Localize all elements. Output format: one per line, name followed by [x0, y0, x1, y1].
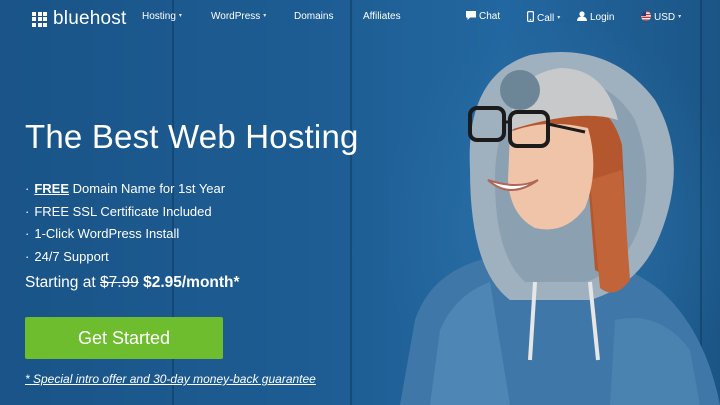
caret-down-icon: ▾	[557, 15, 561, 21]
old-price: $7.99	[99, 274, 139, 291]
nav-chat[interactable]: Chat	[466, 11, 500, 22]
nav-affiliates-label: Affiliates	[363, 11, 401, 22]
logo-grid-icon	[32, 11, 47, 27]
nav-login-label: Login	[590, 12, 615, 23]
user-icon	[577, 11, 587, 21]
feature-text: 24/7 Support	[34, 248, 109, 264]
feature-item: · FREE Domain Name for 1st Year	[25, 178, 225, 201]
pricing-prefix: Starting at	[25, 274, 96, 291]
feature-item: · FREE SSL Certificate Included	[25, 201, 225, 224]
get-started-button[interactable]: Get Started	[25, 317, 223, 359]
top-nav: bluehost Hosting ▾ WordPress ▾ Domains Aff…	[0, 0, 720, 36]
caret-down-icon: ▾	[678, 14, 682, 20]
nav-currency-label: USD	[654, 12, 676, 23]
hero-headline: The Best Web Hosting	[25, 118, 359, 155]
feature-text: FREE SSL Certificate Included	[34, 203, 212, 219]
nav-affiliates[interactable]: Affiliates	[363, 11, 401, 22]
new-price: $2.95/month*	[143, 274, 240, 291]
nav-domains-label: Domains	[294, 11, 334, 22]
chat-bubble-icon	[466, 11, 476, 20]
feature-item: · 24/7 Support	[25, 246, 225, 269]
brand-logo[interactable]: bluehost	[32, 8, 126, 30]
wall-seam	[350, 0, 352, 405]
feature-text: 1-Click WordPress Install	[34, 226, 180, 241]
feature-free-highlight: FREE	[34, 181, 70, 196]
caret-down-icon: ▾	[178, 13, 182, 19]
feature-list: · FREE Domain Name for 1st Year · FREE SSL…	[25, 178, 225, 268]
feature-text: Domain Name for 1st Year	[69, 181, 226, 196]
nav-currency[interactable]: USD ▾	[641, 11, 681, 23]
caret-down-icon: ▾	[263, 13, 267, 19]
nav-domains[interactable]: Domains	[294, 11, 333, 22]
offer-disclaimer-link[interactable]: * Special intro offer and 30-day money-b…	[25, 372, 316, 386]
nav-login[interactable]: Login	[577, 11, 614, 23]
nav-hosting-label: Hosting	[142, 11, 176, 22]
us-flag-icon	[641, 11, 651, 21]
bullet: ·	[25, 181, 30, 196]
bullet: ·	[25, 226, 30, 241]
bullet: ·	[25, 203, 30, 219]
nav-call-label: Call	[537, 13, 555, 24]
nav-call[interactable]: Call ▾	[527, 11, 560, 24]
phone-icon	[527, 11, 534, 22]
nav-wordpress-label: WordPress	[211, 11, 261, 22]
nav-chat-label: Chat	[479, 11, 501, 22]
pricing-line: Starting at $7.99 $2.95/month*	[25, 274, 240, 292]
nav-wordpress[interactable]: WordPress ▾	[211, 11, 266, 22]
bullet: ·	[25, 248, 30, 264]
brand-name: bluehost	[53, 8, 127, 29]
feature-item: · 1-Click WordPress Install	[25, 223, 225, 246]
hero-photo	[400, 52, 720, 405]
nav-hosting[interactable]: Hosting ▾	[142, 11, 182, 22]
